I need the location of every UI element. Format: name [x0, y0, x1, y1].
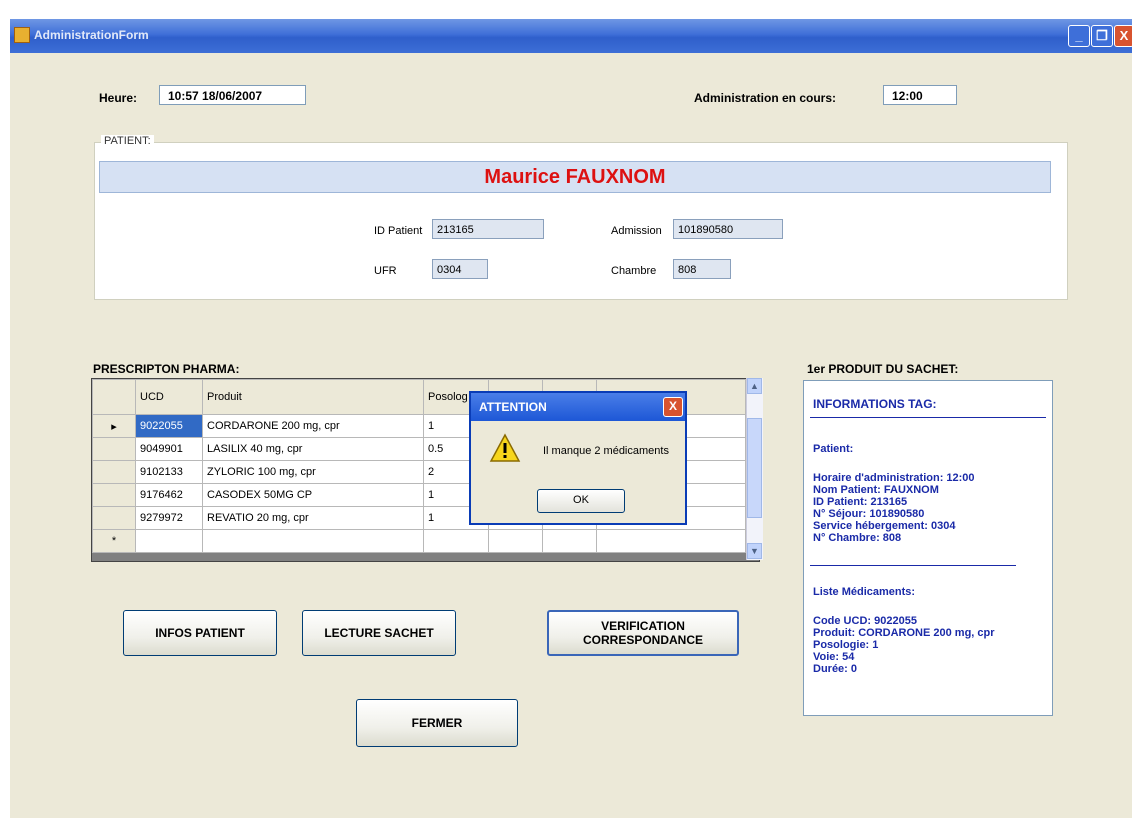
info-horaire: Horaire d'administration: 12:00	[813, 472, 975, 484]
scroll-thumb[interactable]	[747, 418, 762, 518]
scroll-up-icon[interactable]: ▲	[747, 378, 762, 394]
cell-ucd[interactable]: 9102133	[135, 460, 203, 484]
dialog-title: ATTENTION	[479, 400, 547, 414]
cell-col6[interactable]	[596, 529, 746, 553]
info-code: Code UCD: 9022055	[813, 615, 917, 627]
cell-produit[interactable]: LASILIX 40 mg, cpr	[202, 437, 424, 461]
info-patient-label: Patient:	[813, 443, 854, 455]
info-divider-1	[810, 417, 1046, 418]
row-header-corner	[92, 379, 136, 415]
id-patient-field[interactable]: 213165	[432, 219, 544, 239]
row-selector[interactable]	[92, 460, 136, 484]
info-id: ID Patient: 213165	[813, 496, 908, 508]
cell-posologie[interactable]	[423, 529, 489, 553]
info-produit: Produit: CORDARONE 200 mg, cpr	[813, 627, 995, 639]
cell-ucd[interactable]: 9176462	[135, 483, 203, 507]
sachet-title: 1er PRODUIT DU SACHET:	[807, 362, 959, 376]
dialog-message: Il manque 2 médicaments	[543, 445, 669, 457]
info-voie: Voie: 54	[813, 651, 855, 663]
heure-field[interactable]: 10:57 18/06/2007	[159, 85, 306, 105]
sachet-info-panel: INFORMATIONS TAG: Patient: Horaire d'adm…	[803, 380, 1053, 716]
cell-col4[interactable]	[488, 529, 543, 553]
info-sejour: N° Séjour: 101890580	[813, 508, 925, 520]
row-selector[interactable]: ▸	[92, 414, 136, 438]
cell-ucd[interactable]	[135, 529, 203, 553]
admission-label: Admission	[611, 225, 662, 237]
administration-window: AdministrationForm _ ❐ X Heure: 10:57 18…	[10, 19, 1132, 818]
id-patient-label: ID Patient	[374, 225, 423, 237]
fermer-button[interactable]: FERMER	[356, 699, 518, 747]
info-chambre: N° Chambre: 808	[813, 532, 902, 544]
admission-field[interactable]: 101890580	[673, 219, 783, 239]
verification-label-line1: VERIFICATION	[601, 619, 685, 633]
grid-vertical-scrollbar[interactable]: ▲ ▼	[746, 378, 763, 560]
cell-produit[interactable]: ZYLORIC 100 mg, cpr	[202, 460, 424, 484]
ufr-field[interactable]: 0304	[432, 259, 488, 279]
info-nom: Nom Patient: FAUXNOM	[813, 484, 939, 496]
lecture-sachet-button[interactable]: LECTURE SACHET	[302, 610, 456, 656]
dialog-ok-button[interactable]: OK	[537, 489, 625, 513]
info-service: Service hébergement: 0304	[813, 520, 956, 532]
chambre-field[interactable]: 808	[673, 259, 731, 279]
info-posologie: Posologie: 1	[813, 639, 879, 651]
verification-correspondance-button[interactable]: VERIFICATION CORRESPONDANCE	[547, 610, 739, 656]
dialog-close-button[interactable]: X	[663, 397, 683, 417]
column-header-produit[interactable]: Produit	[202, 379, 424, 415]
table-row-new[interactable]: *	[92, 529, 746, 553]
maximize-button[interactable]: ❐	[1091, 25, 1113, 47]
title-bar[interactable]: AdministrationForm _ ❐ X	[10, 19, 1132, 53]
close-button[interactable]: X	[1114, 25, 1132, 47]
administration-label: Administration en cours:	[694, 91, 837, 105]
column-header-ucd[interactable]: UCD	[135, 379, 203, 415]
minimize-button[interactable]: _	[1068, 25, 1090, 47]
row-selector[interactable]	[92, 437, 136, 461]
patient-name: Maurice FAUXNOM	[99, 161, 1051, 193]
cell-ucd[interactable]: 9022055	[135, 414, 203, 438]
cell-ucd[interactable]: 9049901	[135, 437, 203, 461]
window-title: AdministrationForm	[34, 28, 149, 42]
cell-produit[interactable]: CORDARONE 200 mg, cpr	[202, 414, 424, 438]
cell-ucd[interactable]: 9279972	[135, 506, 203, 530]
prescription-title: PRESCRIPTON PHARMA:	[93, 362, 240, 376]
chambre-label: Chambre	[611, 265, 657, 277]
patient-group-label: PATIENT:	[101, 135, 154, 147]
warning-icon	[489, 433, 521, 462]
attention-dialog: ATTENTION X Il manque 2 médicaments OK	[469, 391, 687, 525]
verification-label-line2: CORRESPONDANCE	[582, 633, 703, 647]
cell-col5[interactable]	[542, 529, 597, 553]
infos-patient-button[interactable]: INFOS PATIENT	[123, 610, 277, 656]
cell-produit[interactable]: CASODEX 50MG CP	[202, 483, 424, 507]
app-icon	[14, 27, 30, 43]
info-liste-label: Liste Médicaments:	[813, 586, 916, 598]
administration-field[interactable]: 12:00	[883, 85, 957, 105]
info-divider-2	[810, 565, 1016, 566]
cell-produit[interactable]: REVATIO 20 mg, cpr	[202, 506, 424, 530]
patient-group: PATIENT: Maurice FAUXNOM ID Patient 2131…	[94, 135, 1068, 300]
info-heading: INFORMATIONS TAG:	[813, 397, 937, 411]
row-selector[interactable]	[92, 506, 136, 530]
info-duree: Durée: 0	[813, 663, 858, 675]
cell-produit[interactable]	[202, 529, 424, 553]
new-row-marker[interactable]: *	[92, 529, 136, 553]
row-selector[interactable]	[92, 483, 136, 507]
scroll-down-icon[interactable]: ▼	[747, 543, 762, 559]
ufr-label: UFR	[374, 265, 397, 277]
heure-label: Heure:	[99, 91, 138, 105]
dialog-title-bar[interactable]: ATTENTION X	[471, 393, 685, 421]
